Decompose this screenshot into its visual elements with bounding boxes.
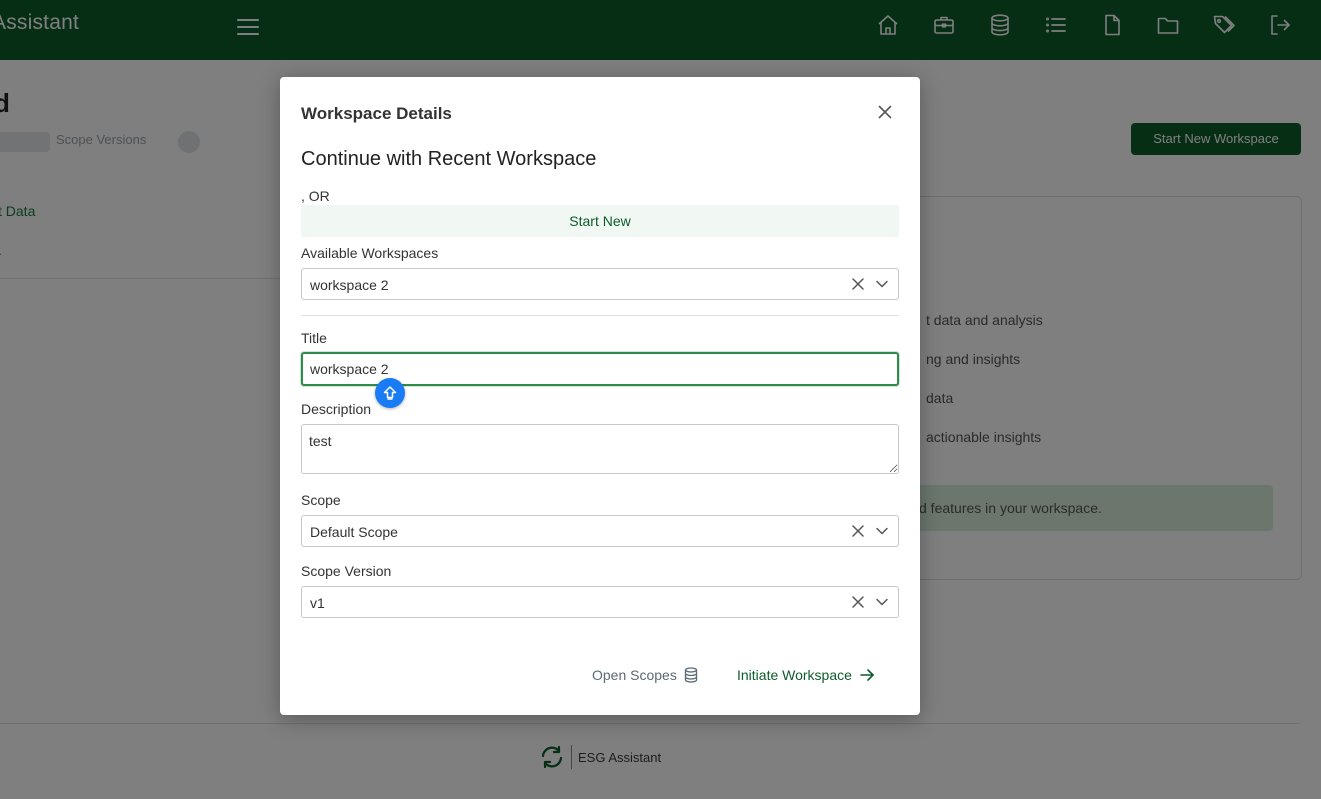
available-workspaces-select[interactable]: workspace 2 (301, 268, 899, 300)
section-divider (301, 315, 899, 316)
scope-version-select[interactable]: v1 (301, 586, 899, 618)
close-icon[interactable] (876, 103, 894, 121)
chevron-down-icon[interactable] (875, 595, 889, 609)
clear-icon[interactable] (851, 595, 865, 609)
clear-icon[interactable] (851, 277, 865, 291)
arrow-right-icon (860, 669, 874, 681)
chevron-down-icon[interactable] (875, 524, 889, 538)
or-separator: , OR (301, 188, 330, 204)
clear-icon[interactable] (851, 524, 865, 538)
scope-label: Scope (301, 492, 341, 508)
scope-version-label: Scope Version (301, 563, 392, 579)
modal-title: Workspace Details (301, 104, 452, 123)
available-workspaces-label: Available Workspaces (301, 245, 439, 261)
description-label: Description (301, 401, 372, 417)
initiate-workspace-button[interactable]: Initiate Workspace (737, 667, 875, 683)
initiate-workspace-label: Initiate Workspace (737, 667, 852, 683)
recent-workspace-heading: Continue with Recent Workspace (301, 148, 597, 170)
workspace-details-modal: Workspace Details Continue with Recent W… (280, 77, 920, 715)
available-workspaces-value: workspace 2 (310, 277, 389, 293)
scope-version-value: v1 (310, 595, 325, 611)
database-icon (684, 667, 697, 683)
open-scopes-button[interactable]: Open Scopes (592, 667, 698, 683)
scope-value: Default Scope (310, 524, 398, 540)
open-scopes-label: Open Scopes (592, 667, 677, 683)
description-textarea[interactable]: test (301, 424, 899, 474)
start-new-button[interactable]: Start New (301, 205, 899, 237)
scope-select[interactable]: Default Scope (301, 515, 899, 547)
title-label: Title (301, 330, 327, 346)
chevron-down-icon[interactable] (875, 277, 889, 291)
floating-assist-icon[interactable] (375, 378, 405, 408)
